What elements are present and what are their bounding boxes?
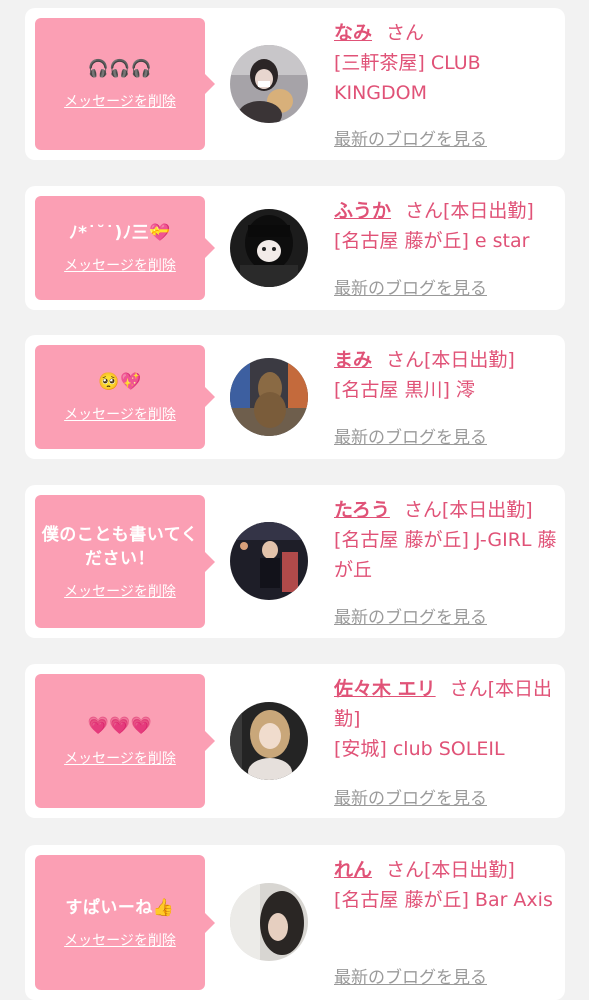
cast-name-link[interactable]: たろう — [334, 499, 390, 521]
message-bubble: ﾉ*˙˘˙)ﾉ三💝 メッセージを削除 — [35, 196, 215, 300]
message-card: すぱいーね👍 メッセージを削除 れん さん[本日出勤] [名古屋 藤が丘] Bar… — [25, 845, 565, 1000]
latest-blog-link[interactable]: 最新のブログを見る — [334, 274, 487, 299]
info-block: れん さん[本日出勤] [名古屋 藤が丘] Bar Axis — [334, 855, 558, 915]
message-text: 僕のことも書いてください！ — [41, 524, 199, 569]
message-card: 僕のことも書いてください！ メッセージを削除 たろう さん[本日出勤] [名古屋 … — [25, 485, 565, 638]
delete-message-link[interactable]: メッセージを削除 — [64, 930, 176, 950]
delete-message-link[interactable]: メッセージを削除 — [64, 91, 176, 111]
latest-blog-link[interactable]: 最新のブログを見る — [334, 963, 487, 988]
info-block: 佐々木 エリ さん[本日出勤] [安城] club SOLEIL — [334, 674, 558, 764]
message-text: ﾉ*˙˘˙)ﾉ三💝 — [69, 223, 171, 243]
latest-blog-link[interactable]: 最新のブログを見る — [334, 784, 487, 809]
avatar[interactable] — [230, 522, 308, 600]
message-list: 🎧🎧🎧 メッセージを削除 なみ さん [三軒茶屋] CLUB KINGDOM 最新… — [0, 0, 589, 1000]
shop-info: [名古屋 藤が丘] e star — [334, 230, 530, 252]
cast-name-link[interactable]: れん — [334, 859, 372, 881]
avatar[interactable] — [230, 209, 308, 287]
message-bubble: 僕のことも書いてください！ メッセージを削除 — [35, 495, 215, 628]
delete-message-link[interactable]: メッセージを削除 — [64, 255, 176, 275]
latest-blog-link[interactable]: 最新のブログを見る — [334, 125, 487, 150]
latest-blog-link[interactable]: 最新のブログを見る — [334, 603, 487, 628]
avatar[interactable] — [230, 45, 308, 123]
info-block: ふうか さん[本日出勤] [名古屋 藤が丘] e star — [334, 196, 558, 256]
message-card: 💗💗💗 メッセージを削除 佐々木 エリ さん[本日出勤] [安城] club SO… — [25, 664, 565, 818]
shop-info: [名古屋 藤が丘] Bar Axis — [334, 889, 553, 911]
delete-message-link[interactable]: メッセージを削除 — [64, 581, 176, 601]
message-card: 🥺💖 メッセージを削除 まみ さん[本日出勤] [名古屋 黒川] 澪 最新のブログ… — [25, 335, 565, 459]
cast-name-link[interactable]: 佐々木 エリ — [334, 678, 436, 700]
latest-blog-link[interactable]: 最新のブログを見る — [334, 423, 487, 448]
avatar[interactable] — [230, 883, 308, 961]
name-suffix: さん[本日出勤] — [403, 499, 533, 521]
message-bubble: すぱいーね👍 メッセージを削除 — [35, 855, 215, 990]
delete-message-link[interactable]: メッセージを削除 — [64, 404, 176, 424]
name-suffix: さん — [386, 22, 425, 44]
message-text: すぱいーね👍 — [65, 897, 175, 918]
message-text: 🥺💖 — [98, 372, 142, 392]
avatar[interactable] — [230, 702, 308, 780]
message-bubble: 🎧🎧🎧 メッセージを削除 — [35, 18, 215, 150]
message-bubble: 🥺💖 メッセージを削除 — [35, 345, 215, 449]
shop-info: [三軒茶屋] CLUB KINGDOM — [334, 52, 481, 104]
info-block: たろう さん[本日出勤] [名古屋 藤が丘] J-GIRL 藤が丘 — [334, 495, 558, 585]
message-bubble: 💗💗💗 メッセージを削除 — [35, 674, 215, 808]
name-suffix: さん[本日出勤] — [386, 349, 515, 371]
cast-name-link[interactable]: まみ — [334, 349, 372, 371]
name-suffix: さん[本日出勤] — [405, 200, 534, 222]
message-card: 🎧🎧🎧 メッセージを削除 なみ さん [三軒茶屋] CLUB KINGDOM 最新… — [25, 8, 565, 160]
cast-name-link[interactable]: なみ — [334, 22, 372, 44]
avatar[interactable] — [230, 358, 308, 436]
shop-info: [名古屋 藤が丘] J-GIRL 藤が丘 — [334, 529, 557, 581]
cast-name-link[interactable]: ふうか — [334, 200, 391, 222]
delete-message-link[interactable]: メッセージを削除 — [64, 748, 176, 768]
message-card: ﾉ*˙˘˙)ﾉ三💝 メッセージを削除 ふうか さん[本日出勤] [名古屋 藤が丘]… — [25, 186, 565, 310]
message-text: 💗💗💗 — [87, 716, 153, 736]
shop-info: [安城] club SOLEIL — [334, 738, 505, 760]
info-block: まみ さん[本日出勤] [名古屋 黒川] 澪 — [334, 345, 558, 405]
message-text: 🎧🎧🎧 — [87, 59, 153, 79]
shop-info: [名古屋 黒川] 澪 — [334, 379, 475, 401]
info-block: なみ さん [三軒茶屋] CLUB KINGDOM — [334, 18, 558, 108]
name-suffix: さん[本日出勤] — [386, 859, 515, 881]
